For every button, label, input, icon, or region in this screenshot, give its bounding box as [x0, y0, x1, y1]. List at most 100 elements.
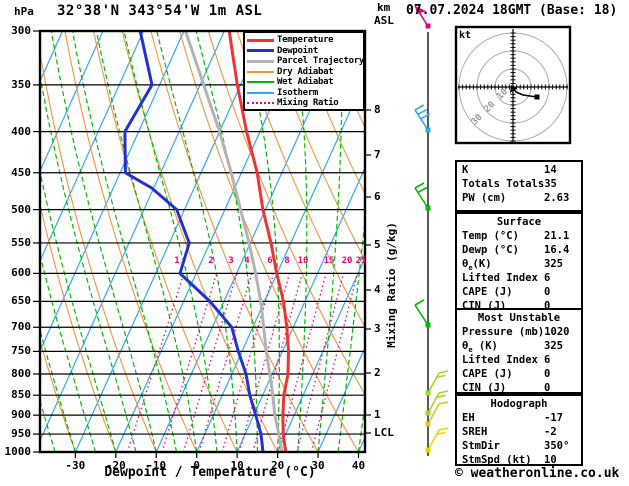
panel-row: Pressure (mb) 1020	[462, 326, 576, 340]
panel-row: StmDir 350°	[462, 440, 576, 454]
mixing-ratio-value: 4	[244, 256, 250, 266]
height-axis-unit-km: km	[377, 1, 391, 14]
panel-row-label: θe(K)	[462, 258, 492, 273]
panel-row: CAPE (J) 0	[462, 286, 576, 300]
panel-row-value: 0	[544, 368, 551, 380]
datetime-title: 07.07.2024 18GMT (Base: 18)	[406, 3, 618, 18]
legend: Temperature Dewpoint Parcel Trajectory Dry …	[243, 31, 365, 111]
mixing-ratio-value: 20	[341, 256, 353, 266]
panel-row-label: Totals Totals	[462, 178, 545, 190]
height-tick-label: 5	[374, 238, 381, 251]
panel-row-label: SREH	[462, 426, 488, 438]
legend-item: Mixing Ratio	[247, 98, 363, 109]
legend-swatch	[247, 102, 274, 105]
mixing-ratio-value: 10	[297, 256, 309, 266]
temp-axis-title: Dewpoint / Temperature (°C)	[104, 465, 316, 480]
panel-row: θe(K) 325	[462, 258, 576, 272]
panel-row: EH -17	[462, 412, 576, 426]
pressure-tick-label: 550	[11, 235, 31, 249]
height-axis-unit-asl: ASL	[374, 14, 394, 27]
panel-row-value: -17	[544, 412, 563, 424]
legend-item: Dewpoint	[247, 46, 363, 57]
station-title: 32°38'N 343°54'W 1m ASL	[57, 3, 263, 19]
mixing-ratio-value: 15	[323, 256, 335, 266]
panel-row-value: 6	[544, 272, 551, 284]
panel-row-label: CAPE (J)	[462, 368, 513, 380]
hodograph-panel: Hodograph EH -17 SREH -2 StmDir 350° StmSpd (kt…	[455, 394, 583, 466]
panel-row: CAPE (J) 0	[462, 368, 576, 382]
panel-row-label: Pressure (mb)	[462, 326, 545, 338]
mixing-ratio-value: 3	[228, 256, 234, 266]
height-tick-label: 1	[374, 408, 381, 421]
legend-swatch	[247, 59, 274, 63]
indices-panel: K 14 Totals Totals 35 PW (cm) 2.63	[455, 160, 583, 212]
wind-barb	[425, 427, 449, 453]
height-tick-label: 7	[374, 148, 381, 161]
temp-tick-label: 40	[351, 459, 366, 472]
panel-row: θe (K) 325	[462, 340, 576, 354]
panel-row: PW (cm) 2.63	[462, 192, 576, 206]
most-unstable-panel: Most Unstable Pressure (mb) 1020 θe (K) 325 L…	[455, 308, 583, 394]
panel-row: Temp (°C) 21.1	[462, 230, 576, 244]
hodograph-storm-marker	[534, 94, 540, 100]
legend-label: Mixing Ratio	[277, 98, 339, 109]
panel-row-value: 21.1	[544, 230, 570, 242]
pressure-tick-label: 1000	[4, 445, 32, 458]
legend-swatch	[247, 49, 274, 53]
pressure-tick-label: 300	[11, 24, 31, 37]
panel-row: Lifted Index 6	[462, 354, 576, 368]
pressure-tick-label: 750	[11, 344, 31, 358]
panel-row-value: 350°	[544, 440, 570, 452]
legend-swatch	[247, 70, 274, 73]
panel-title: Hodograph	[490, 398, 548, 410]
panel-row-value: 1020	[544, 326, 570, 338]
pressure-tick-label: 800	[11, 366, 31, 380]
legend-item: Temperature	[247, 35, 363, 46]
panel-row: Totals Totals 35	[462, 178, 576, 192]
legend-label: Isotherm	[277, 87, 318, 98]
panel-row-value: 6	[544, 354, 551, 366]
panel-row-value: 14	[544, 164, 557, 176]
panel-row-label: Lifted Index	[462, 354, 538, 366]
panel-row-label: Dewp (°C)	[462, 244, 519, 256]
legend-label: Parcel Trajectory	[277, 56, 365, 67]
pressure-tick-label: 850	[11, 388, 31, 402]
panel-row-label: CAPE (J)	[462, 286, 513, 298]
legend-item: Isotherm	[247, 88, 363, 99]
mixing-ratio-value: 2	[208, 256, 214, 266]
panel-row-label: StmDir	[462, 440, 500, 452]
pressure-tick-label: 650	[11, 294, 31, 308]
legend-swatch	[247, 81, 274, 84]
legend-item: Dry Adiabat	[247, 67, 363, 78]
pressure-tick-label: 900	[11, 408, 31, 422]
pressure-tick-label: 600	[11, 266, 31, 280]
panel-row-value: 35	[544, 178, 557, 190]
temp-tick-label: -30	[65, 459, 86, 472]
legend-swatch	[247, 38, 274, 42]
height-tick-label: 6	[374, 190, 381, 203]
pressure-tick-label: 700	[11, 320, 31, 334]
panel-row-value: -2	[544, 426, 557, 438]
panel-row: K 14	[462, 164, 576, 178]
panel-row-label: Temp (°C)	[462, 230, 519, 242]
panel-row-label: PW (cm)	[462, 192, 507, 204]
legend-label: Dry Adiabat	[277, 66, 334, 77]
legend-label: Dewpoint	[277, 45, 318, 56]
height-tick-label: 2	[374, 366, 381, 379]
height-tick-label: 4	[374, 283, 381, 296]
height-tick-label: 3	[374, 322, 381, 335]
legend-item: Wet Adiabat	[247, 77, 363, 88]
panel-title: Surface	[496, 216, 542, 228]
panel-row-label: EH	[462, 412, 475, 424]
mixing-ratio-value: 6	[267, 256, 273, 266]
hodograph-unit-label: kt	[459, 30, 472, 41]
panel-row-value: 2.63	[544, 192, 570, 204]
sounding-app: 10 20 30 1 2 3 4 6 8 10 15 20 25 300 350 400 450 500 550 6…	[0, 0, 629, 486]
panel-row-label: Lifted Index	[462, 272, 538, 284]
pressure-tick-label: 950	[11, 427, 31, 441]
panel-row: Dewp (°C) 16.4	[462, 244, 576, 258]
panel-row-label: θe (K)	[462, 340, 498, 355]
surface-panel: Surface Temp (°C) 21.1 Dewp (°C) 16.4 θe(K) 32…	[455, 212, 583, 318]
lcl-label: LCL	[374, 426, 394, 439]
panel-title: Most Unstable	[477, 312, 561, 324]
